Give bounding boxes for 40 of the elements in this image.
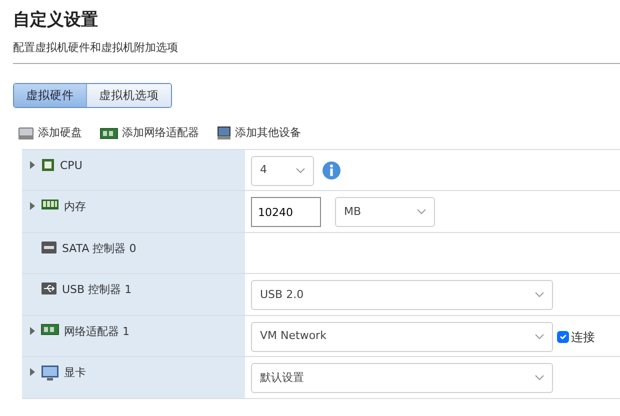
tab[interactable]: 虚拟机选项 [86,84,171,108]
device-label: USB 控制器 1 [62,282,132,298]
chevron-icon [535,292,544,298]
expand-arrow-icon[interactable] [30,160,35,169]
device-icon [217,126,231,140]
device-label: 显卡 [64,365,86,382]
device-label: SATA 控制器 0 [62,240,136,257]
toolbar-button[interactable]: 添加网络适配器 [99,124,200,143]
controller-icon [41,240,57,254]
device-label: 网络适配器 1 [64,324,130,340]
chevron-icon [417,209,426,216]
dropdown[interactable]: 4 [251,156,314,186]
info-icon[interactable] [322,160,341,180]
chevron-icon [535,334,544,340]
expand-arrow-icon[interactable] [30,202,35,210]
page-title: 自定义设置 [13,10,99,30]
hard-disk-icon [18,126,34,140]
expand-arrow-icon[interactable] [30,326,35,335]
dropdown[interactable]: USB 2.0 [251,280,553,310]
network-card-icon [100,128,118,139]
chevron-icon [296,168,305,174]
dropdown[interactable]: MB [335,197,435,228]
chevron-icon [535,375,544,382]
input-field[interactable]: 10240 [251,197,321,228]
usb-icon [41,282,57,296]
checkbox[interactable] [557,330,569,343]
page-subtitle: 配置虚拟机硬件和虚拟机附加选项 [13,40,179,56]
dropdown[interactable]: VM Network [251,322,553,352]
device-label: 内存 [64,199,86,216]
device-label: CPU [60,158,82,174]
checkbox-label: 连接 [571,328,595,346]
network-card-icon [41,324,59,335]
tab[interactable]: 虚拟硬件 [14,84,86,108]
toolbar-button[interactable]: 添加硬盘 [17,124,83,143]
toolbar-button[interactable]: 添加其他设备 [216,124,302,143]
monitor-icon [41,365,59,382]
expand-arrow-icon[interactable] [30,368,35,376]
memory-module-icon [41,199,59,210]
dropdown[interactable]: 默认设置 [251,363,553,394]
chip-icon [41,158,55,172]
